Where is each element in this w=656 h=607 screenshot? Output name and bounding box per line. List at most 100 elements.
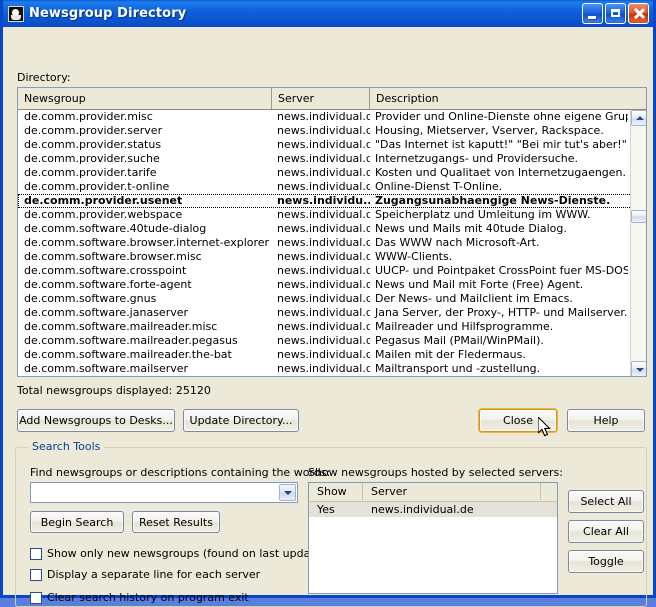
newsgroup-cell: de.comm.provider.webspace — [18, 208, 272, 222]
newsgroup-cell: de.comm.software.mailserver — [18, 362, 272, 376]
checkbox-box[interactable] — [30, 548, 42, 560]
server-show-cell: Yes — [309, 502, 363, 517]
server-cell: news.individual.de — [272, 152, 370, 166]
newsgroup-cell: de.comm.provider.server — [18, 124, 272, 138]
clear-all-button[interactable]: Clear All — [568, 520, 644, 543]
chevron-up-icon — [636, 116, 644, 120]
checkbox-show-only-new[interactable]: Show only new newsgroups (found on last … — [30, 547, 326, 560]
table-row[interactable]: de.comm.software.mailreader.pegasusnews.… — [18, 334, 646, 348]
reset-results-button[interactable]: Reset Results — [132, 511, 220, 533]
chevron-down-icon — [636, 368, 644, 372]
title-bar[interactable]: Newsgroup Directory — [3, 0, 653, 27]
newsgroup-cell: de.comm.software.crosspoint — [18, 264, 272, 278]
server-name-cell: news.individual.de — [363, 502, 553, 517]
server-cell: news.individual.de — [272, 348, 370, 362]
newsgroup-rows: de.comm.provider.miscnews.individual.deP… — [18, 110, 646, 377]
newsgroup-cell: de.comm.software.browser.misc — [18, 250, 272, 264]
table-row[interactable]: de.comm.software.mailreader.the-batnews.… — [18, 348, 646, 362]
table-row[interactable]: de.comm.provider.suchenews.individual.de… — [18, 152, 646, 166]
column-header-server-name[interactable]: Server — [363, 483, 541, 500]
begin-search-button[interactable]: Begin Search — [30, 511, 124, 533]
table-row[interactable]: de.comm.provider.webspacenews.individual… — [18, 208, 646, 222]
newsgroup-list[interactable]: Newsgroup Server Description de.comm.pro… — [17, 87, 647, 377]
newsgroup-cell: de.comm.provider.tarife — [18, 166, 272, 180]
server-cell: news.individual.de — [272, 110, 370, 124]
server-cell: news.individual.de — [272, 278, 370, 292]
description-cell: News und Mails mit 40tude Dialog. — [370, 222, 628, 236]
server-cell: news.individual.de — [272, 250, 370, 264]
column-header-description[interactable]: Description — [370, 88, 632, 109]
table-row[interactable]: de.comm.software.miscnews.individual.deD… — [18, 376, 646, 377]
minimize-button[interactable] — [582, 3, 603, 24]
newsgroup-cell: de.comm.software.browser.internet-explor… — [18, 236, 272, 250]
directory-label: Directory: — [17, 71, 71, 84]
table-row[interactable]: de.comm.provider.usenetnews.individu...Z… — [18, 194, 646, 208]
close-window-button[interactable] — [628, 3, 649, 24]
server-cell: news.individual.de — [272, 320, 370, 334]
servers-rows: Yesnews.individual.de — [309, 502, 557, 517]
maximize-button[interactable] — [605, 3, 626, 24]
table-row[interactable]: de.comm.software.gnusnews.individual.deD… — [18, 292, 646, 306]
checkbox-separate-line-per-server[interactable]: Display a separate line for each server — [30, 568, 260, 581]
checkbox-box[interactable] — [30, 569, 42, 581]
table-row[interactable]: de.comm.software.forte-agentnews.individ… — [18, 278, 646, 292]
checkbox-label: Show only new newsgroups (found on last … — [47, 547, 326, 560]
column-header-server[interactable]: Server — [272, 88, 370, 109]
update-directory-button[interactable]: Update Directory... — [183, 409, 299, 432]
search-tools-legend: Search Tools — [28, 440, 104, 453]
server-cell: news.individual.de — [272, 306, 370, 320]
table-row[interactable]: de.comm.provider.miscnews.individual.deP… — [18, 110, 646, 124]
minimize-icon — [583, 4, 602, 23]
help-button[interactable]: Help — [567, 409, 645, 432]
server-cell: news.individual.de — [272, 222, 370, 236]
scroll-up-button[interactable] — [631, 110, 647, 126]
newsgroup-cell: de.comm.software.mailreader.pegasus — [18, 334, 272, 348]
table-row[interactable]: de.comm.software.mailreader.miscnews.ind… — [18, 320, 646, 334]
servers-label: Show newsgroups hosted by selected serve… — [308, 466, 563, 479]
table-row[interactable]: de.comm.software.browser.miscnews.indivi… — [18, 250, 646, 264]
add-newsgroups-button[interactable]: Add Newsgroups to Desks... — [17, 409, 175, 432]
newsgroup-cell: de.comm.software.janaserver — [18, 306, 272, 320]
table-row[interactable]: de.comm.provider.servernews.individual.d… — [18, 124, 646, 138]
description-cell: Das WWW nach Microsoft-Art. — [370, 236, 628, 250]
search-input[interactable] — [33, 485, 281, 502]
table-row[interactable]: de.comm.provider.statusnews.individual.d… — [18, 138, 646, 152]
table-row[interactable]: de.comm.software.janaservernews.individu… — [18, 306, 646, 320]
scrollbar-track[interactable] — [631, 126, 646, 361]
description-cell: Zugangsunabhaengige News-Dienste. — [370, 194, 628, 208]
scrollbar-thumb[interactable] — [631, 210, 647, 223]
close-button[interactable]: Close — [479, 409, 557, 432]
column-header-newsgroup[interactable]: Newsgroup — [18, 88, 272, 109]
table-row[interactable]: de.comm.software.browser.internet-explor… — [18, 236, 646, 250]
list-item[interactable]: Yesnews.individual.de — [309, 502, 557, 517]
description-cell: Datenuebertragungssoftware ohne eigene G… — [370, 376, 628, 377]
total-newsgroups-label: Total newsgroups displayed: 25120 — [17, 384, 211, 397]
newsgroup-cell: de.comm.provider.status — [18, 138, 272, 152]
servers-list[interactable]: Show Server Yesnews.individual.de — [308, 482, 558, 594]
servers-list-header: Show Server — [309, 483, 557, 502]
server-cell: news.individual.de — [272, 236, 370, 250]
description-cell: Mailen mit der Fledermaus. — [370, 348, 628, 362]
newsgroup-cell: de.comm.software.mailreader.the-bat — [18, 348, 272, 362]
column-header-show[interactable]: Show — [309, 483, 363, 500]
maximize-icon — [606, 4, 625, 23]
table-row[interactable]: de.comm.software.mailservernews.individu… — [18, 362, 646, 376]
description-cell: Pegasus Mail (PMail/WinPMail). — [370, 334, 628, 348]
chevron-down-icon[interactable] — [279, 484, 296, 501]
table-row[interactable]: de.comm.software.40tude-dialognews.indiv… — [18, 222, 646, 236]
server-cell: news.individual.de — [272, 376, 370, 377]
newsgroup-cell: de.comm.provider.suche — [18, 152, 272, 166]
server-cell: news.individual.de — [272, 166, 370, 180]
toggle-button[interactable]: Toggle — [568, 550, 644, 573]
table-row[interactable]: de.comm.provider.tarifenews.individual.d… — [18, 166, 646, 180]
search-combo[interactable] — [30, 482, 298, 503]
scroll-down-button[interactable] — [631, 361, 647, 377]
select-all-button[interactable]: Select All — [568, 490, 644, 513]
table-row[interactable]: de.comm.software.crosspointnews.individu… — [18, 264, 646, 278]
table-row[interactable]: de.comm.provider.t-onlinenews.individual… — [18, 180, 646, 194]
newsgroup-list-scrollbar[interactable] — [630, 110, 646, 377]
find-newsgroups-label: Find newsgroups or descriptions containi… — [30, 466, 330, 479]
newsgroup-cell: de.comm.software.mailreader.misc — [18, 320, 272, 334]
description-cell: "Das Internet ist kaputt!" "Bei mir tut'… — [370, 138, 628, 152]
newsgroup-cell: de.comm.provider.misc — [18, 110, 272, 124]
